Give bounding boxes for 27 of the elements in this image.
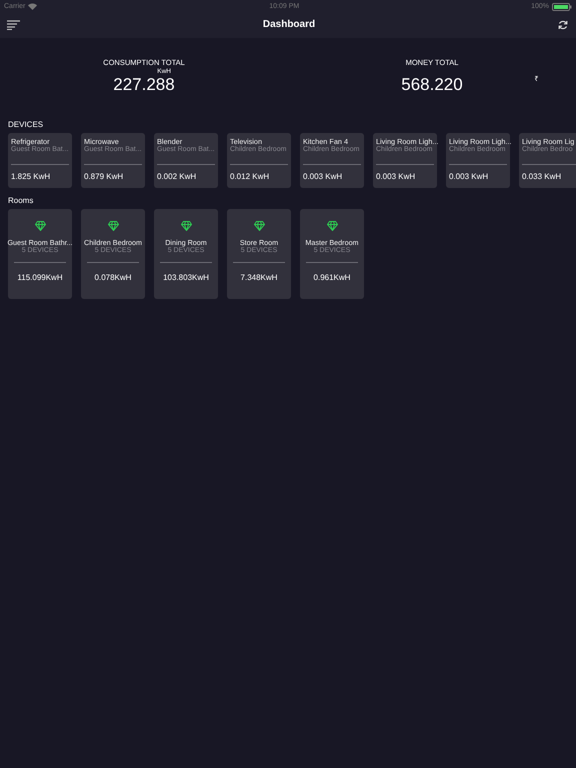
room-usage: 0.961KwH [314, 273, 350, 282]
device-usage: 0.012 KwH [230, 172, 270, 181]
total-value: 568.220 [401, 75, 463, 94]
device-usage: 0.879 KwH [84, 172, 124, 181]
device-usage: 0.002 KwH [157, 172, 198, 181]
diamond-icon [34, 221, 46, 231]
nav-title: Dashboard [262, 19, 316, 30]
room-usage: 103.803KwH [163, 273, 209, 282]
device-usage: 0.033 KwH [522, 172, 562, 181]
section-heading: Rooms [7, 196, 34, 205]
battery-icon [552, 2, 572, 10]
menu-icon[interactable] [7, 20, 20, 30]
diamond-icon [326, 221, 338, 231]
diamond-icon [180, 221, 192, 231]
total-value: 227.288 [113, 75, 175, 94]
section-heading: DEVICES [7, 120, 44, 129]
wifi-icon [28, 3, 38, 10]
device-usage: 1.825 KwH [11, 172, 52, 181]
device-usage: 0.003 KwH [449, 172, 490, 181]
room-usage: 7.348KwH [240, 273, 278, 282]
diamond-icon [108, 221, 118, 231]
room-usage: 115.099KwH [17, 273, 63, 282]
device-usage: 0.003 KwH [303, 172, 344, 181]
diamond-icon [254, 221, 264, 231]
device-usage: 0.003 KwH [376, 172, 416, 181]
refresh-icon[interactable] [558, 20, 568, 30]
room-usage: 0.078KwH [94, 273, 132, 282]
